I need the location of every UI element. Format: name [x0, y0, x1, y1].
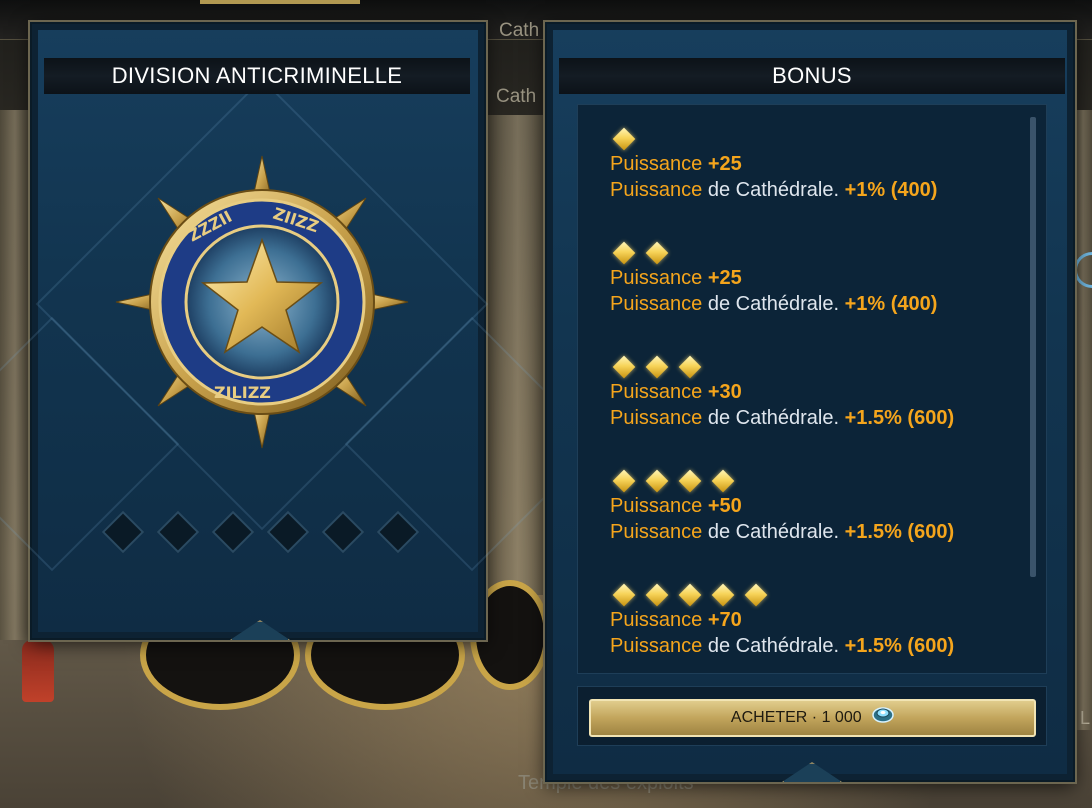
star-rating — [610, 469, 954, 493]
bonus-value: +1% (400) — [844, 293, 938, 315]
rank-slot-empty — [211, 510, 255, 554]
star-icon — [612, 583, 636, 607]
character-figure — [22, 640, 54, 702]
bonus-description: de Cathédrale. — [707, 635, 840, 657]
stat-value: +25 — [707, 267, 742, 289]
star-icon — [612, 469, 636, 493]
medal-panel: DIVISION ANTICRIMINELLE ZZZII ZIIZZ ZILI… — [0, 22, 600, 640]
buy-button-label: ACHETER · 1 000 — [730, 709, 862, 726]
bonus-value: +1.5% (600) — [844, 407, 955, 429]
stat-value: +25 — [707, 153, 742, 175]
star-icon — [711, 583, 735, 607]
bonus-prefix: Puissance — [610, 635, 703, 657]
side-button-label[interactable]: L — [1080, 708, 1090, 729]
bonus-value: +1% (400) — [844, 179, 938, 201]
rank-slot-empty — [156, 510, 200, 554]
bonus-tier-4: Puissance +50 Puissance de Cathédrale. +… — [610, 469, 954, 545]
star-icon — [645, 583, 669, 607]
star-icon — [678, 583, 702, 607]
police-star-medal-icon: ZZZII ZIIZZ ZILIZZ — [114, 154, 410, 450]
star-icon — [645, 355, 669, 379]
gem-coin-icon — [872, 703, 894, 723]
svg-text:ZILIZZ: ZILIZZ — [214, 383, 271, 402]
bonus-tier-2: Puissance +25 Puissance de Cathédrale. +… — [610, 241, 937, 317]
bonus-prefix: Puissance — [610, 521, 703, 543]
scrollbar[interactable] — [1030, 117, 1036, 577]
stat-label: Puissance — [610, 381, 703, 403]
medal-title: DIVISION ANTICRIMINELLE — [44, 58, 470, 94]
star-icon — [612, 127, 636, 151]
pillar — [1074, 110, 1092, 730]
stat-value: +30 — [707, 381, 742, 403]
star-rating — [610, 355, 954, 379]
stat-value: +70 — [707, 609, 742, 631]
bonus-prefix: Puissance — [610, 407, 703, 429]
active-tab-indicator — [200, 0, 360, 4]
star-icon — [678, 469, 702, 493]
bonus-prefix: Puissance — [610, 179, 703, 201]
star-icon — [612, 241, 636, 265]
bonus-tier-1: Puissance +25 Puissance de Cathédrale. +… — [610, 127, 937, 203]
star-icon — [744, 583, 768, 607]
star-icon — [678, 355, 702, 379]
bonus-description: de Cathédrale. — [707, 521, 840, 543]
stat-value: +50 — [707, 495, 742, 517]
purchase-area: ACHETER · 1 000 — [577, 686, 1047, 746]
bonus-value: +1.5% (600) — [844, 635, 955, 657]
star-rating — [610, 241, 937, 265]
rank-slot-empty — [321, 510, 365, 554]
bonus-list[interactable]: Puissance +25 Puissance de Cathédrale. +… — [577, 104, 1047, 674]
stat-label: Puissance — [610, 153, 703, 175]
rank-slot-empty — [266, 510, 310, 554]
bonus-description: de Cathédrale. — [707, 179, 840, 201]
background-tab-label-2[interactable]: Cath — [496, 86, 536, 108]
bonus-description: de Cathédrale. — [707, 293, 840, 315]
star-icon — [645, 241, 669, 265]
background-tab-label[interactable]: Cath — [499, 20, 539, 42]
rank-slot-empty — [101, 510, 145, 554]
bonus-title: BONUS — [559, 58, 1065, 94]
star-icon — [612, 355, 636, 379]
rank-slots — [101, 510, 424, 554]
stat-label: Puissance — [610, 267, 703, 289]
bonus-panel: BONUS Puissance +25 Puissance de Cathédr… — [545, 22, 1075, 782]
panel-notch — [782, 762, 842, 782]
buy-button[interactable]: ACHETER · 1 000 — [589, 699, 1036, 737]
star-rating — [610, 127, 937, 151]
rank-slot-empty — [376, 510, 420, 554]
star-icon — [645, 469, 669, 493]
bonus-tier-5: Puissance +70 Puissance de Cathédrale. +… — [610, 583, 954, 659]
bonus-description: de Cathédrale. — [707, 407, 840, 429]
star-rating — [610, 583, 954, 607]
star-icon — [711, 469, 735, 493]
bonus-prefix: Puissance — [610, 293, 703, 315]
bonus-value: +1.5% (600) — [844, 521, 955, 543]
bonus-tier-3: Puissance +30 Puissance de Cathédrale. +… — [610, 355, 954, 431]
stat-label: Puissance — [610, 495, 703, 517]
stat-label: Puissance — [610, 609, 703, 631]
panel-notch — [230, 620, 290, 640]
